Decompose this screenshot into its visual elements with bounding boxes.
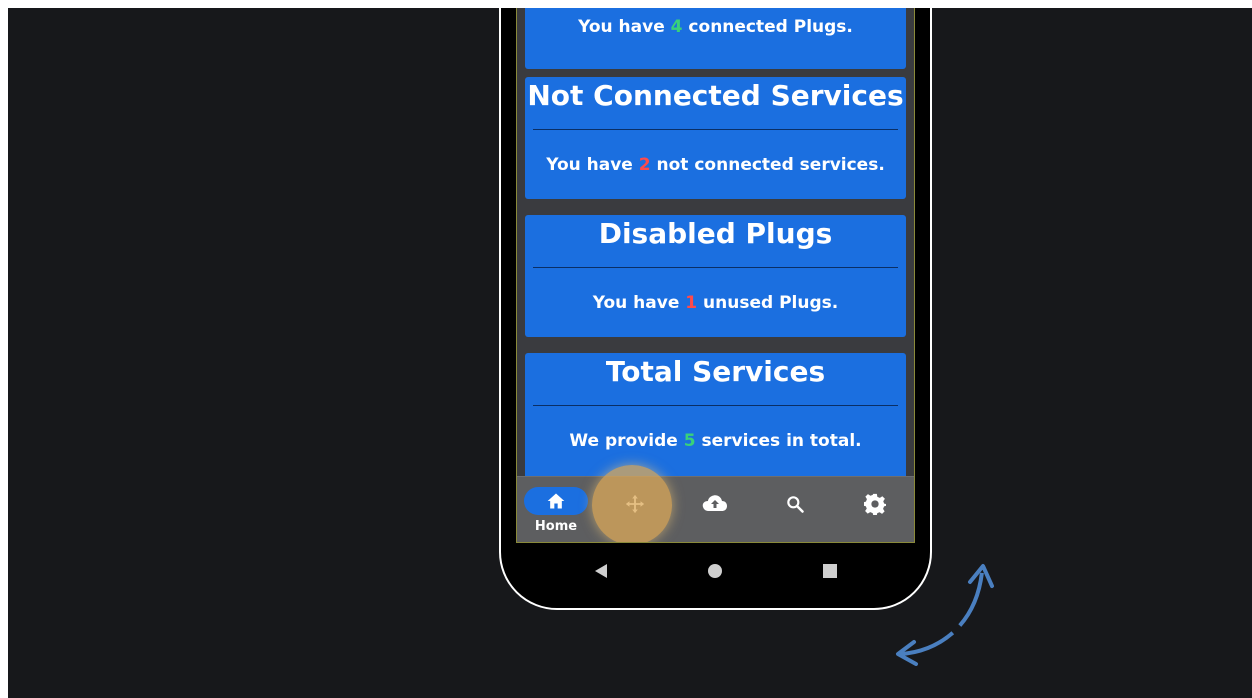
card-total-services[interactable]: Total Services We provide 5 services in …	[525, 353, 906, 476]
card-text: You have 4 connected Plugs.	[525, 8, 906, 62]
card-text-suffix: unused Plugs.	[697, 293, 839, 313]
system-nav-bar	[501, 545, 930, 605]
card-text-prefix: You have	[592, 293, 686, 313]
card-title: Total Services	[605, 355, 826, 388]
card-text-suffix: connected Plugs.	[682, 17, 853, 37]
not-connected-services-count: 2	[638, 155, 651, 175]
nav-tab-upload[interactable]	[685, 487, 745, 537]
search-icon	[782, 491, 808, 517]
card-not-connected-services[interactable]: Not Connected Services You have 2 not co…	[525, 77, 906, 199]
card-text: You have 1 unused Plugs.	[525, 268, 906, 338]
card-text: We provide 5 services in total.	[525, 406, 906, 476]
home-icon	[547, 493, 565, 509]
home-tab-pill	[524, 487, 588, 515]
card-text: You have 2 not connected services.	[525, 130, 906, 200]
nav-home-label: Home	[534, 519, 578, 534]
connected-plugs-count: 4	[670, 17, 683, 37]
card-connected-plugs[interactable]: You have 4 connected Plugs.	[525, 8, 906, 69]
recents-square-icon[interactable]	[822, 563, 838, 579]
nav-tab-home[interactable]: Home	[524, 487, 588, 537]
back-triangle-icon[interactable]	[593, 563, 609, 579]
bottom-nav-bar: Home	[517, 476, 914, 542]
card-text-prefix: You have	[546, 155, 639, 175]
card-disabled-plugs[interactable]: Disabled Plugs You have 1 unused Plugs.	[525, 215, 906, 337]
card-text-suffix: services in total.	[695, 431, 862, 451]
dashboard-cards: You have 4 connected Plugs. Not Connecte…	[517, 8, 914, 476]
phone-frame: You have 4 connected Plugs. Not Connecte…	[499, 8, 932, 610]
rotate-arrow-icon	[896, 564, 994, 666]
card-text-suffix: not connected services.	[650, 155, 885, 175]
screenshot-stage: You have 4 connected Plugs. Not Connecte…	[8, 8, 1252, 698]
nav-tab-search[interactable]	[765, 487, 825, 537]
app-screen: You have 4 connected Plugs. Not Connecte…	[516, 8, 915, 543]
disabled-plugs-count: 1	[685, 293, 698, 313]
card-text-prefix: We provide	[569, 431, 684, 451]
cloud-upload-icon	[702, 491, 728, 517]
nav-tab-settings[interactable]	[845, 487, 905, 537]
card-text-prefix: You have	[578, 17, 671, 37]
home-circle-icon[interactable]	[707, 563, 723, 579]
gear-icon	[862, 491, 888, 517]
total-services-count: 5	[683, 431, 696, 451]
card-title: Disabled Plugs	[598, 217, 833, 250]
card-title: Not Connected Services	[527, 79, 904, 112]
tap-indicator	[592, 465, 672, 542]
